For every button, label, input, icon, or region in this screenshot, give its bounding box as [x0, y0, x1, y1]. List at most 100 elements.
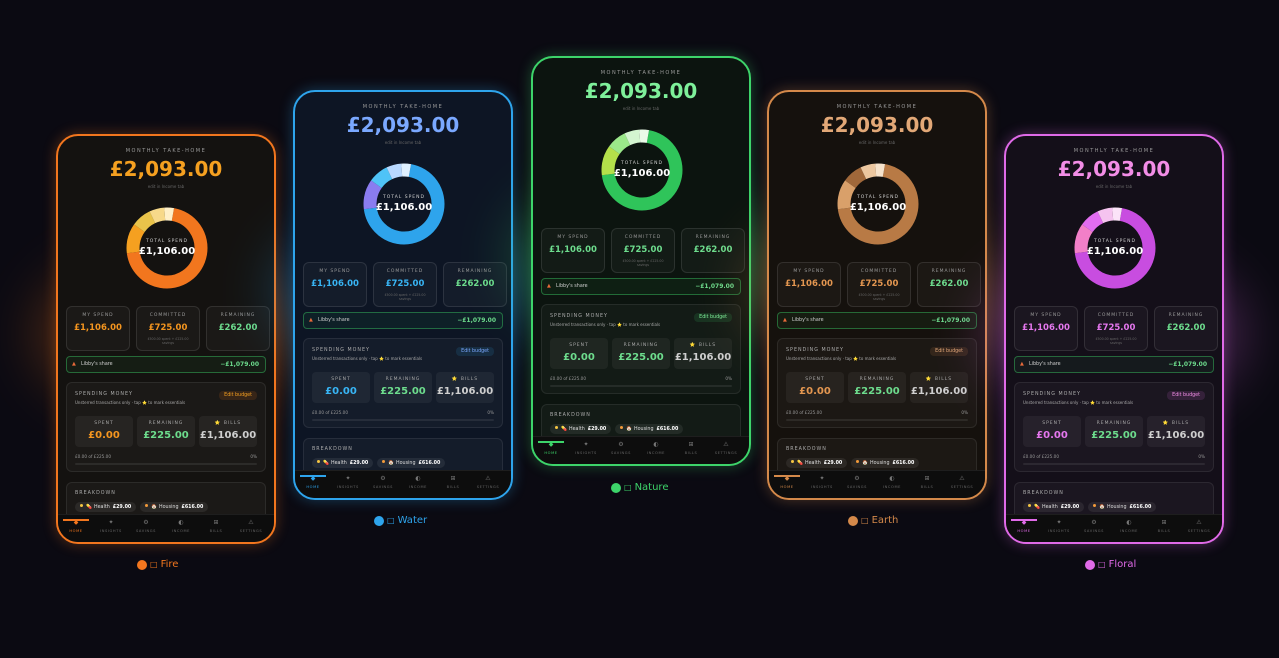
- nav-item-income[interactable]: ◐ INCOME: [1112, 519, 1146, 533]
- edit-budget-button[interactable]: Edit budget: [694, 313, 732, 322]
- breakdown-pill[interactable]: 🏠 Housing £616.00: [377, 458, 446, 468]
- spending-box-title: REMAINING: [623, 343, 659, 348]
- nav-item-settings[interactable]: ⚠ SETTINGS: [709, 441, 743, 455]
- donut-label: TOTAL SPEND: [146, 239, 188, 244]
- nav-item-income[interactable]: ◐ INCOME: [401, 475, 435, 489]
- pill-icon: 💊: [797, 461, 803, 466]
- progress-percent: 0%: [487, 410, 494, 415]
- share-value: −£1,079.00: [931, 317, 970, 324]
- pill-value: £616.00: [418, 461, 441, 466]
- nav-item-savings[interactable]: ⚙ SAVINGS: [1077, 519, 1111, 533]
- income-icon: ◐: [653, 441, 659, 448]
- breakdown-pill[interactable]: 🏠 Housing £616.00: [140, 502, 209, 512]
- share-row[interactable]: ▲ Libby's share −£1,079.00: [303, 312, 503, 329]
- spending-money-card: SPENDING MONEY Unsterred transactions onl…: [541, 304, 741, 394]
- take-home-amount[interactable]: £2,093.00: [295, 113, 511, 137]
- breakdown-title: BREAKDOWN: [550, 413, 591, 418]
- pill-icon: 💊: [323, 461, 329, 466]
- nav-label: INCOME: [882, 485, 902, 489]
- pill-label: Housing: [158, 505, 179, 510]
- nav-item-insights[interactable]: ✦ INSIGHTS: [569, 441, 603, 455]
- spending-box-value: £225.00: [618, 352, 664, 363]
- stat-title: MY SPEND: [82, 313, 114, 318]
- spending-box-value: £225.00: [854, 386, 900, 397]
- nav-item-bills[interactable]: ⊞ BILLS: [436, 475, 470, 489]
- nav-item-bills[interactable]: ⊞ BILLS: [1147, 519, 1181, 533]
- spending-box-value: £0.00: [563, 352, 595, 363]
- breakdown-pill[interactable]: 🏠 Housing £616.00: [1088, 502, 1157, 512]
- share-icon: ▲: [309, 317, 313, 323]
- nav-item-home[interactable]: ◆ HOME: [59, 519, 93, 533]
- phone-water: MONTHLY TAKE-HOME £2,093.00 edit in Income…: [293, 90, 513, 500]
- theme-caption: □ Water: [374, 515, 427, 526]
- nav-item-savings[interactable]: ⚙ SAVINGS: [129, 519, 163, 533]
- nav-item-bills[interactable]: ⊞ BILLS: [674, 441, 708, 455]
- nav-item-home[interactable]: ◆ HOME: [534, 441, 568, 455]
- nav-item-income[interactable]: ◐ INCOME: [164, 519, 198, 533]
- breakdown-pill[interactable]: 🏠 Housing £616.00: [615, 424, 684, 434]
- pill-label: Health: [93, 505, 110, 510]
- breakdown-pill[interactable]: 💊 Health £29.00: [786, 458, 848, 468]
- share-row[interactable]: ▲ Libby's share −£1,079.00: [66, 356, 266, 373]
- edit-budget-button[interactable]: Edit budget: [1167, 391, 1205, 400]
- nav-item-income[interactable]: ◐ INCOME: [875, 475, 909, 489]
- nav-item-insights[interactable]: ✦ INSIGHTS: [94, 519, 128, 533]
- pill-value: £616.00: [181, 505, 204, 510]
- nav-item-home[interactable]: ◆ HOME: [770, 475, 804, 489]
- nav-item-insights[interactable]: ✦ INSIGHTS: [1042, 519, 1076, 533]
- header-label: MONTHLY TAKE-HOME: [1073, 148, 1155, 154]
- progress-text: £0.00 of £225.00: [550, 376, 587, 381]
- share-value: −£1,079.00: [220, 361, 259, 368]
- donut-center: TOTAL SPEND £1,106.00: [836, 162, 920, 246]
- spending-box: ⭐ BILLS £1,106.00: [910, 372, 968, 403]
- share-value: −£1,079.00: [695, 283, 734, 290]
- edit-budget-button[interactable]: Edit budget: [930, 347, 968, 356]
- share-row[interactable]: ▲ Libby's share −£1,079.00: [541, 278, 741, 295]
- nav-item-home[interactable]: ◆ HOME: [296, 475, 330, 489]
- bottom-nav: ◆ HOME ✦ INSIGHTS ⚙ SAVINGS ◐ INCOME ⊞ BILLS ⚠ SETT…: [1006, 514, 1222, 542]
- nav-label: BILLS: [446, 485, 460, 489]
- nav-item-insights[interactable]: ✦ INSIGHTS: [331, 475, 365, 489]
- edit-budget-button[interactable]: Edit budget: [456, 347, 494, 356]
- nav-item-savings[interactable]: ⚙ SAVINGS: [366, 475, 400, 489]
- progress-percent: 0%: [725, 376, 732, 381]
- settings-icon: ⚠: [485, 475, 491, 482]
- spending-subtitle: Unsterred transactions only · tap ⭐ to m…: [1023, 400, 1134, 405]
- breakdown-pill[interactable]: 💊 Health £29.00: [550, 424, 612, 434]
- phone-floral: MONTHLY TAKE-HOME £2,093.00 edit in Income…: [1004, 134, 1224, 544]
- take-home-amount[interactable]: £2,093.00: [769, 113, 985, 137]
- breakdown-pill[interactable]: 💊 Health £29.00: [75, 502, 137, 512]
- breakdown-pill[interactable]: 💊 Health £29.00: [312, 458, 374, 468]
- breakdown-pill[interactable]: 💊 Health £29.00: [1023, 502, 1085, 512]
- breakdown-pill[interactable]: 🏠 Housing £616.00: [851, 458, 920, 468]
- nav-item-insights[interactable]: ✦ INSIGHTS: [805, 475, 839, 489]
- theme-name: Water: [397, 515, 428, 526]
- nav-item-savings[interactable]: ⚙ SAVINGS: [840, 475, 874, 489]
- nav-item-bills[interactable]: ⊞ BILLS: [910, 475, 944, 489]
- nav-item-settings[interactable]: ⚠ SETTINGS: [234, 519, 268, 533]
- spending-box-title: REMAINING: [859, 377, 895, 382]
- spending-money-card: SPENDING MONEY Unsterred transactions onl…: [66, 382, 266, 472]
- stat-card: MY SPEND £1,106.00: [1014, 306, 1078, 351]
- nav-label: HOME: [69, 529, 83, 533]
- nav-item-settings[interactable]: ⚠ SETTINGS: [945, 475, 979, 489]
- nav-item-income[interactable]: ◐ INCOME: [639, 441, 673, 455]
- phone-earth: MONTHLY TAKE-HOME £2,093.00 edit in Income…: [767, 90, 987, 500]
- take-home-amount[interactable]: £2,093.00: [58, 157, 274, 181]
- stat-title: MY SPEND: [1030, 313, 1062, 318]
- pill-label: Housing: [633, 427, 654, 432]
- edit-budget-button[interactable]: Edit budget: [219, 391, 257, 400]
- take-home-amount[interactable]: £2,093.00: [1006, 157, 1222, 181]
- share-row[interactable]: ▲ Libby's share −£1,079.00: [777, 312, 977, 329]
- nav-item-home[interactable]: ◆ HOME: [1007, 519, 1041, 533]
- income-icon: ◐: [1126, 519, 1132, 526]
- stat-value: £262.00: [929, 279, 969, 289]
- nav-item-settings[interactable]: ⚠ SETTINGS: [471, 475, 505, 489]
- bills-icon: ⊞: [213, 519, 219, 526]
- nav-item-settings[interactable]: ⚠ SETTINGS: [1182, 519, 1216, 533]
- take-home-amount[interactable]: £2,093.00: [533, 79, 749, 103]
- nav-item-bills[interactable]: ⊞ BILLS: [199, 519, 233, 533]
- share-row[interactable]: ▲ Libby's share −£1,079.00: [1014, 356, 1214, 373]
- progress-text: £0.00 of £225.00: [786, 410, 823, 415]
- nav-item-savings[interactable]: ⚙ SAVINGS: [604, 441, 638, 455]
